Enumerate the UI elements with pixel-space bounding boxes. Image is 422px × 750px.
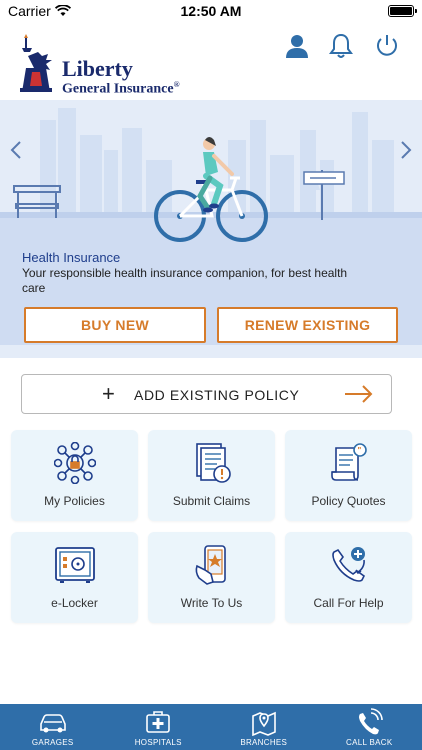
add-existing-policy-button[interactable]: + ADD EXISTING POLICY [21, 374, 392, 414]
banner-description: Your responsible health insurance compan… [22, 266, 348, 295]
banner-next-arrow[interactable] [400, 140, 420, 160]
nav-label: HOSPITALS [134, 738, 182, 747]
nav-item-branches[interactable]: BRANCHES [211, 704, 317, 750]
chevron-right-icon [401, 141, 412, 159]
nav-label: GARAGES [31, 738, 74, 747]
plus-icon: + [102, 381, 115, 406]
chevron-left-icon [10, 141, 21, 159]
tile-label: Call For Help [313, 596, 384, 610]
hospital-kit-icon [146, 711, 171, 733]
tile-submit-claims[interactable]: Submit Claims [148, 430, 275, 521]
tile-e-locker[interactable]: e-Locker [11, 532, 138, 623]
bottom-nav: GARAGES HOSPITALS BRANCHES CALL BACK [0, 704, 422, 750]
banner-prev-arrow[interactable] [10, 140, 30, 160]
arrow-right-icon [345, 385, 373, 403]
tile-policy-quotes[interactable]: " Policy Quotes [285, 430, 412, 521]
bell-icon[interactable] [327, 32, 355, 60]
renew-existing-button[interactable]: RENEW EXISTING [217, 307, 398, 343]
nav-item-hospitals[interactable]: HOSPITALS [106, 704, 212, 750]
nav-item-garages[interactable]: GARAGES [0, 704, 106, 750]
nav-item-call-back[interactable]: CALL BACK [317, 704, 422, 750]
liberty-logo[interactable]: Liberty General Insurance® [10, 32, 200, 97]
registered-mark: ® [173, 80, 180, 89]
tile-label: Submit Claims [172, 494, 251, 508]
power-icon[interactable] [373, 32, 401, 60]
add-policy-label: ADD EXISTING POLICY [134, 387, 300, 403]
promo-banner: Health Insurance Your responsible health… [0, 100, 422, 358]
banner-title: Health Insurance [22, 250, 121, 265]
logo-wordmark: Liberty [62, 56, 133, 81]
claim-document-icon [196, 443, 231, 483]
buy-new-button[interactable]: BUY NEW [24, 307, 206, 343]
tile-label: Write To Us [180, 596, 243, 610]
phone-call-icon [332, 547, 366, 582]
quote-scroll-icon: " [331, 443, 367, 481]
tile-label: Policy Quotes [311, 494, 386, 508]
app-header: Liberty General Insurance® [0, 22, 422, 100]
nav-label: CALL BACK [346, 738, 393, 747]
logo-subtitle-text: General Insurance [62, 81, 174, 97]
profile-icon[interactable] [283, 32, 311, 60]
nav-label: BRANCHES [240, 738, 288, 747]
tile-label: My Policies [44, 494, 105, 508]
tile-my-policies[interactable]: My Policies [11, 430, 138, 521]
svg-text:": " [358, 446, 362, 455]
phone-star-icon [195, 545, 226, 585]
status-time: 12:50 AM [180, 3, 242, 19]
logo-subtitle: General Insurance® [62, 80, 180, 98]
statue-of-liberty-icon [20, 34, 52, 92]
tile-call-for-help[interactable]: Call For Help [285, 532, 412, 623]
phone-ring-icon [359, 708, 384, 735]
policies-network-icon [54, 442, 96, 484]
status-bar: Carrier 12:50 AM [0, 0, 422, 22]
tile-label: e-Locker [51, 596, 98, 610]
map-pin-icon [251, 711, 276, 736]
battery-icon [388, 5, 417, 17]
safe-locker-icon [55, 547, 95, 583]
tile-write-to-us[interactable]: Write To Us [148, 532, 275, 623]
car-icon [39, 714, 66, 733]
